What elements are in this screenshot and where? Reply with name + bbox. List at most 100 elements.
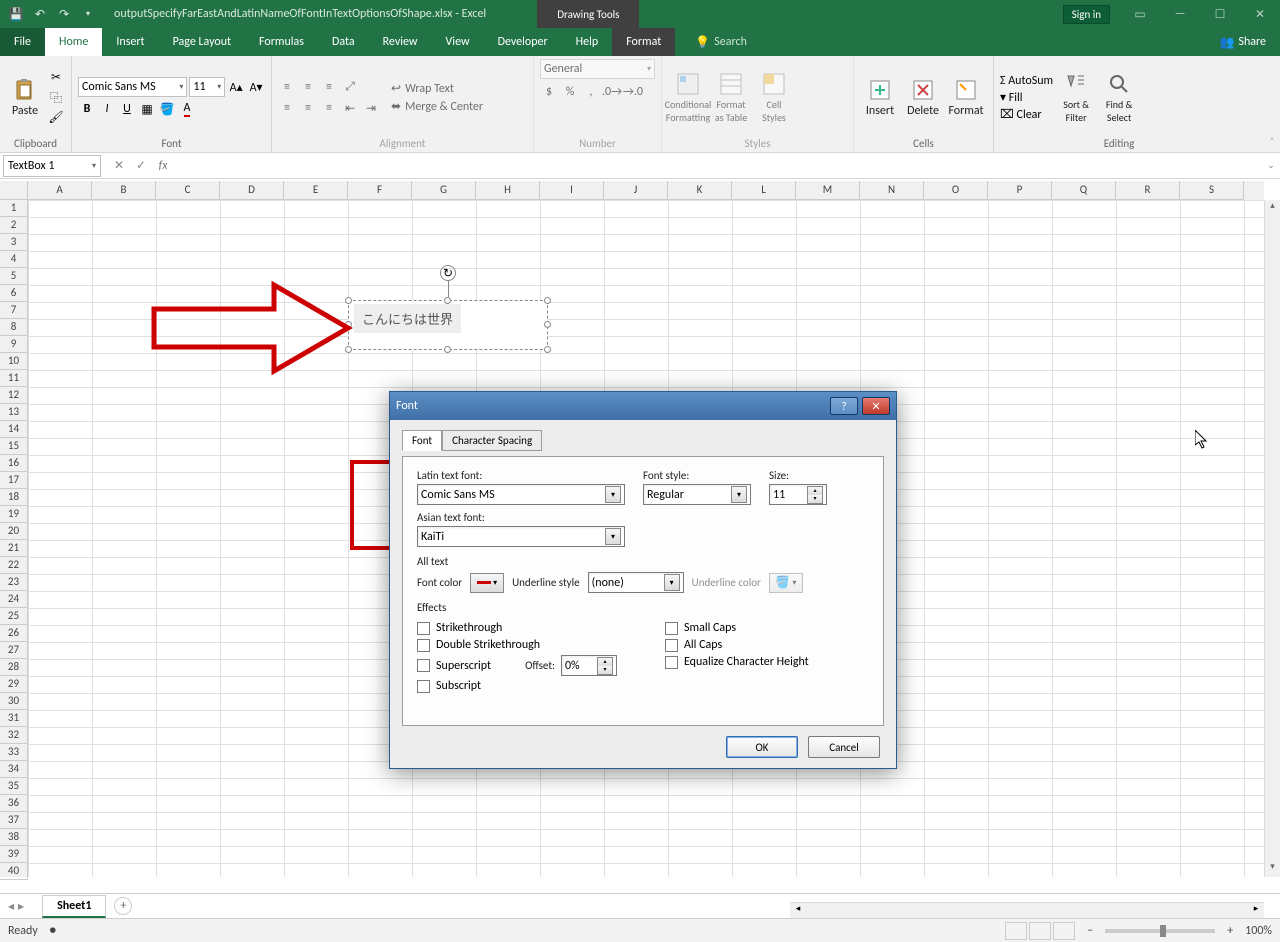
text-box-shape[interactable]: ↻ こんにちは世界 bbox=[348, 300, 548, 350]
fill-color-icon[interactable]: 🪣 bbox=[158, 100, 176, 118]
row-header[interactable]: 34 bbox=[0, 761, 28, 778]
resize-handle[interactable] bbox=[444, 346, 451, 353]
column-header[interactable]: O bbox=[924, 181, 988, 200]
row-header[interactable]: 38 bbox=[0, 829, 28, 846]
dialog-title-bar[interactable]: Font ? ✕ bbox=[390, 392, 896, 420]
column-header[interactable]: M bbox=[796, 181, 860, 200]
borders-icon[interactable]: ▦ bbox=[138, 100, 156, 118]
orientation-icon[interactable]: ⤢ bbox=[341, 78, 359, 96]
row-header[interactable]: 21 bbox=[0, 540, 28, 557]
column-header[interactable]: H bbox=[476, 181, 540, 200]
row-header[interactable]: 14 bbox=[0, 421, 28, 438]
italic-button[interactable]: I bbox=[98, 100, 116, 118]
resize-handle[interactable] bbox=[444, 297, 451, 304]
row-header[interactable]: 5 bbox=[0, 268, 28, 285]
dialog-help-button[interactable]: ? bbox=[830, 397, 858, 415]
column-header[interactable]: Q bbox=[1052, 181, 1116, 200]
double-strikethrough-checkbox[interactable] bbox=[417, 639, 430, 652]
font-size-spinner[interactable]: 11 ▴▾ bbox=[769, 484, 827, 505]
rotate-handle[interactable]: ↻ bbox=[440, 265, 456, 281]
align-bottom-icon[interactable]: ≡ bbox=[320, 78, 338, 96]
column-header[interactable]: F bbox=[348, 181, 412, 200]
row-header[interactable]: 26 bbox=[0, 625, 28, 642]
tab-page-layout[interactable]: Page Layout bbox=[159, 28, 245, 56]
minimize-icon[interactable]: — bbox=[1160, 0, 1200, 28]
subscript-checkbox[interactable] bbox=[417, 680, 430, 693]
currency-icon[interactable]: $ bbox=[540, 83, 558, 101]
add-sheet-button[interactable]: + bbox=[114, 897, 132, 915]
align-middle-icon[interactable]: ≡ bbox=[299, 78, 317, 96]
vertical-scrollbar[interactable]: ▴ ▾ bbox=[1264, 200, 1280, 877]
column-header[interactable]: I bbox=[540, 181, 604, 200]
tab-formulas[interactable]: Formulas bbox=[245, 28, 318, 56]
view-page-break-button[interactable] bbox=[1053, 922, 1075, 940]
align-center-icon[interactable]: ≡ bbox=[299, 99, 317, 117]
paste-button[interactable]: Paste bbox=[6, 78, 44, 118]
clear-button[interactable]: ⌧ Clear bbox=[1000, 107, 1053, 122]
resize-handle[interactable] bbox=[544, 297, 551, 304]
column-header[interactable]: B bbox=[92, 181, 156, 200]
resize-handle[interactable] bbox=[544, 321, 551, 328]
customize-qa-icon[interactable]: ▾ bbox=[78, 4, 98, 24]
small-caps-checkbox[interactable] bbox=[665, 622, 678, 635]
tab-view[interactable]: View bbox=[432, 28, 484, 56]
offset-spinner[interactable]: 0% ▴▾ bbox=[561, 655, 617, 676]
column-header[interactable]: G bbox=[412, 181, 476, 200]
resize-handle[interactable] bbox=[345, 297, 352, 304]
close-icon[interactable]: ✕ bbox=[1240, 0, 1280, 28]
tab-review[interactable]: Review bbox=[369, 28, 432, 56]
ok-button[interactable]: OK bbox=[726, 736, 798, 758]
column-header[interactable]: C bbox=[156, 181, 220, 200]
column-header[interactable]: S bbox=[1180, 181, 1244, 200]
view-page-layout-button[interactable] bbox=[1029, 922, 1051, 940]
delete-cells-button[interactable]: Delete bbox=[903, 78, 943, 118]
row-header[interactable]: 15 bbox=[0, 438, 28, 455]
collapse-ribbon-icon[interactable]: ˆ bbox=[1270, 135, 1274, 148]
align-top-icon[interactable]: ≡ bbox=[278, 78, 296, 96]
comma-icon[interactable]: , bbox=[582, 83, 600, 101]
shape-text-content[interactable]: こんにちは世界 bbox=[354, 304, 461, 333]
row-header[interactable]: 12 bbox=[0, 387, 28, 404]
row-header[interactable]: 28 bbox=[0, 659, 28, 676]
increase-decimal-icon[interactable]: .0→ bbox=[603, 83, 621, 101]
tab-format[interactable]: Format bbox=[612, 28, 675, 56]
underline-button[interactable]: U bbox=[118, 100, 136, 118]
maximize-icon[interactable]: ☐ bbox=[1200, 0, 1240, 28]
tab-home[interactable]: Home bbox=[45, 28, 102, 56]
font-color-picker[interactable]: ▾ bbox=[470, 573, 504, 593]
cell-styles-button[interactable]: Cell Styles bbox=[754, 72, 794, 124]
align-right-icon[interactable]: ≡ bbox=[320, 99, 338, 117]
row-header[interactable]: 19 bbox=[0, 506, 28, 523]
horizontal-scrollbar[interactable]: ◂ ▸ bbox=[790, 902, 1264, 918]
view-normal-button[interactable] bbox=[1005, 922, 1027, 940]
number-format-combo[interactable]: General ▾ bbox=[540, 59, 655, 79]
share-button[interactable]: 👥 Share bbox=[1205, 28, 1280, 56]
row-header[interactable]: 18 bbox=[0, 489, 28, 506]
fx-icon[interactable]: fx bbox=[152, 155, 174, 177]
column-header[interactable]: L bbox=[732, 181, 796, 200]
column-header[interactable]: E bbox=[284, 181, 348, 200]
row-header[interactable]: 1 bbox=[0, 200, 28, 217]
superscript-checkbox[interactable] bbox=[417, 659, 430, 672]
tab-data[interactable]: Data bbox=[318, 28, 369, 56]
dialog-close-button[interactable]: ✕ bbox=[862, 397, 890, 415]
row-header[interactable]: 39 bbox=[0, 846, 28, 863]
row-header[interactable]: 2 bbox=[0, 217, 28, 234]
font-name-combo[interactable]: Comic Sans MS ▾ bbox=[78, 77, 187, 97]
prev-sheet-icon[interactable]: ◂ bbox=[8, 899, 14, 914]
autosum-button[interactable]: Σ AutoSum bbox=[1000, 74, 1053, 88]
latin-font-combo[interactable]: Comic Sans MS ▾ bbox=[417, 484, 625, 505]
row-header[interactable]: 30 bbox=[0, 693, 28, 710]
row-header[interactable]: 4 bbox=[0, 251, 28, 268]
font-color-icon[interactable]: A bbox=[178, 100, 196, 118]
cancel-formula-icon[interactable]: ✕ bbox=[108, 155, 130, 177]
column-header[interactable]: R bbox=[1116, 181, 1180, 200]
zoom-in-button[interactable]: + bbox=[1227, 924, 1233, 938]
undo-icon[interactable]: ↶ bbox=[30, 4, 50, 24]
row-header[interactable]: 35 bbox=[0, 778, 28, 795]
resize-handle[interactable] bbox=[544, 346, 551, 353]
sheet-tab-active[interactable]: Sheet1 bbox=[42, 895, 106, 918]
cut-icon[interactable]: ✂ bbox=[47, 69, 65, 87]
insert-cells-button[interactable]: Insert bbox=[860, 78, 900, 118]
row-header[interactable]: 6 bbox=[0, 285, 28, 302]
